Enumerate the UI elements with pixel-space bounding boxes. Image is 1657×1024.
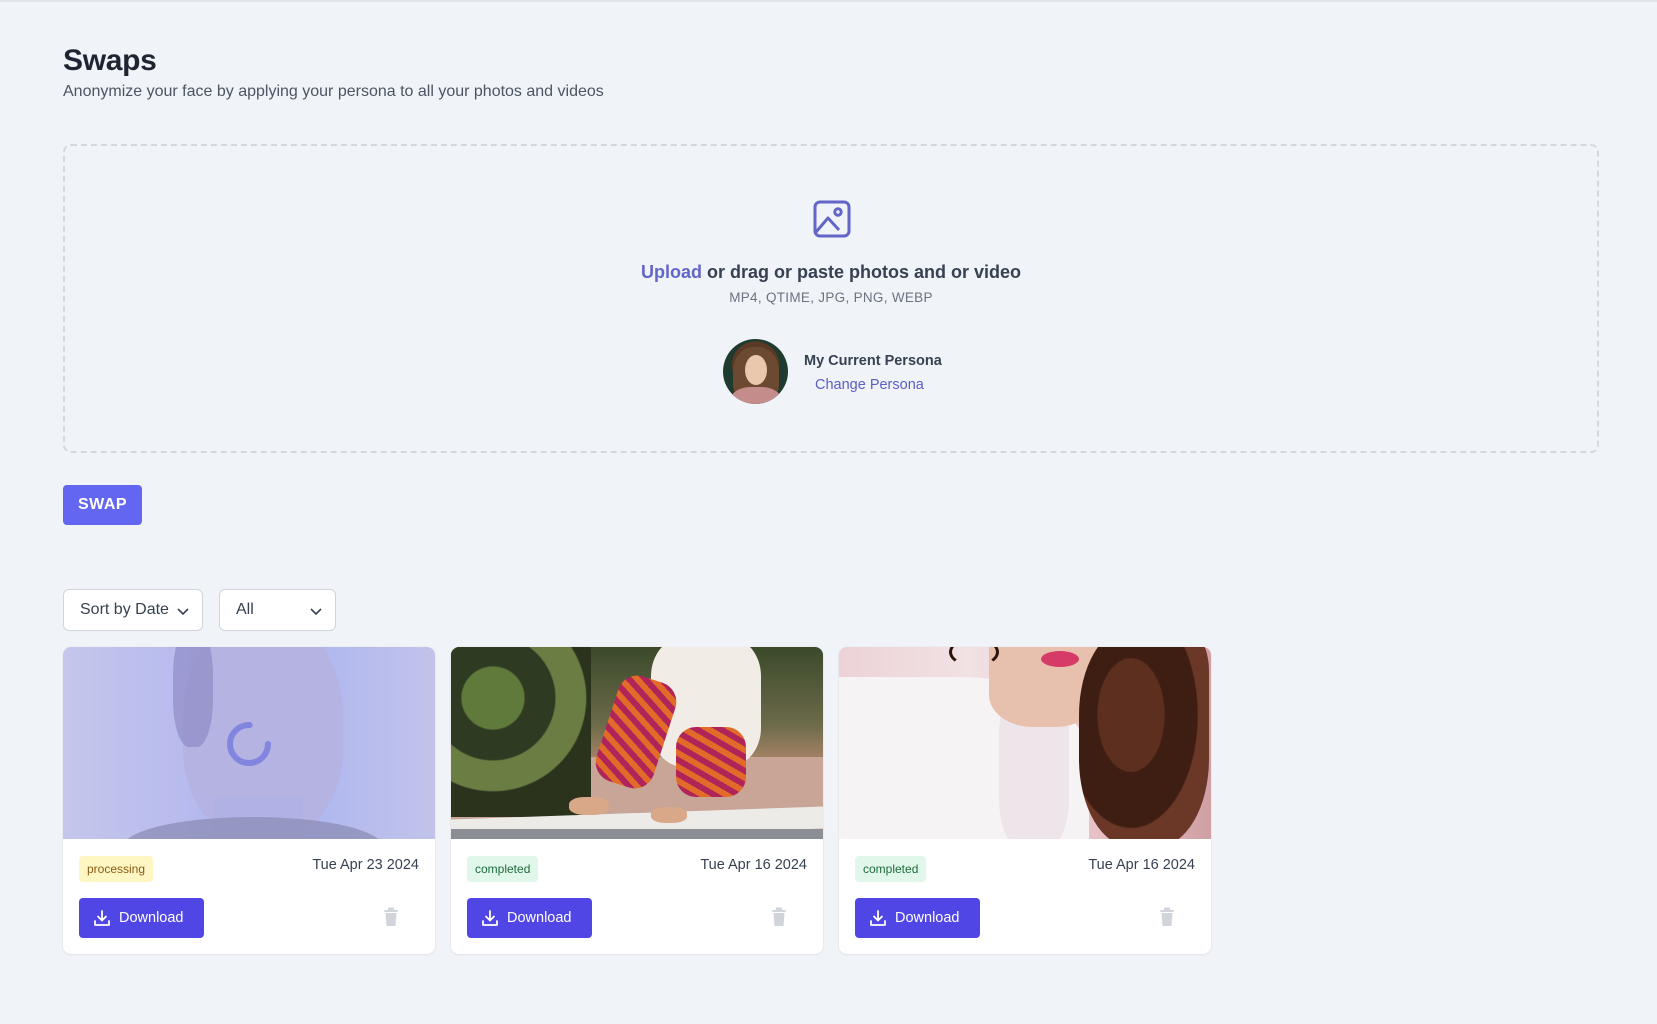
download-button[interactable]: Download bbox=[467, 898, 592, 938]
trash-icon[interactable] bbox=[1158, 907, 1176, 927]
download-label: Download bbox=[119, 910, 184, 926]
trash-icon[interactable] bbox=[382, 907, 400, 927]
swap-card: completed Tue Apr 16 2024 Download bbox=[451, 647, 823, 954]
type-filter-value: All bbox=[236, 601, 254, 618]
swap-thumbnail[interactable] bbox=[63, 647, 435, 839]
status-badge: completed bbox=[855, 856, 927, 882]
download-button[interactable]: Download bbox=[855, 898, 980, 938]
dropzone-instruction-text: or drag or paste photos and or video bbox=[701, 262, 1022, 282]
upload-link[interactable]: Upload bbox=[641, 262, 702, 282]
chevron-down-icon bbox=[310, 608, 322, 616]
download-button[interactable]: Download bbox=[79, 898, 204, 938]
swap-date: Tue Apr 16 2024 bbox=[700, 857, 807, 873]
download-icon bbox=[94, 910, 110, 926]
chevron-down-icon bbox=[177, 608, 189, 616]
sort-select[interactable]: Sort by Date bbox=[63, 589, 203, 631]
swap-date: Tue Apr 23 2024 bbox=[312, 857, 419, 873]
persona-avatar bbox=[723, 339, 788, 404]
image-icon bbox=[813, 200, 851, 238]
download-label: Download bbox=[895, 910, 960, 926]
trash-icon[interactable] bbox=[770, 907, 788, 927]
page-subtitle: Anonymize your face by applying your per… bbox=[63, 83, 604, 100]
persona-label: My Current Persona bbox=[804, 353, 942, 369]
swap-thumbnail[interactable] bbox=[839, 647, 1211, 839]
status-badge: completed bbox=[467, 856, 539, 882]
dropzone-instruction: Upload or drag or paste photos and or vi… bbox=[65, 262, 1597, 283]
download-label: Download bbox=[507, 910, 572, 926]
swap-card: processing Tue Apr 23 2024 Download bbox=[63, 647, 435, 954]
page-title: Swaps bbox=[63, 44, 157, 77]
download-icon bbox=[482, 910, 498, 926]
status-badge: processing bbox=[79, 856, 154, 882]
swap-thumbnail[interactable] bbox=[451, 647, 823, 839]
type-filter-select[interactable]: All bbox=[219, 589, 336, 631]
persona-block: My Current Persona Change Persona bbox=[723, 339, 963, 405]
top-border bbox=[0, 0, 1657, 2]
loading-spinner-icon bbox=[227, 722, 271, 766]
upload-dropzone[interactable]: Upload or drag or paste photos and or vi… bbox=[63, 144, 1599, 453]
change-persona-link[interactable]: Change Persona bbox=[815, 377, 924, 393]
swap-button[interactable]: SWAP bbox=[63, 485, 142, 525]
download-icon bbox=[870, 910, 886, 926]
swap-card: completed Tue Apr 16 2024 Download bbox=[839, 647, 1211, 954]
supported-formats: MP4, QTIME, JPG, PNG, WEBP bbox=[729, 290, 933, 305]
sort-select-value: Sort by Date bbox=[80, 601, 169, 618]
swap-date: Tue Apr 16 2024 bbox=[1088, 857, 1195, 873]
